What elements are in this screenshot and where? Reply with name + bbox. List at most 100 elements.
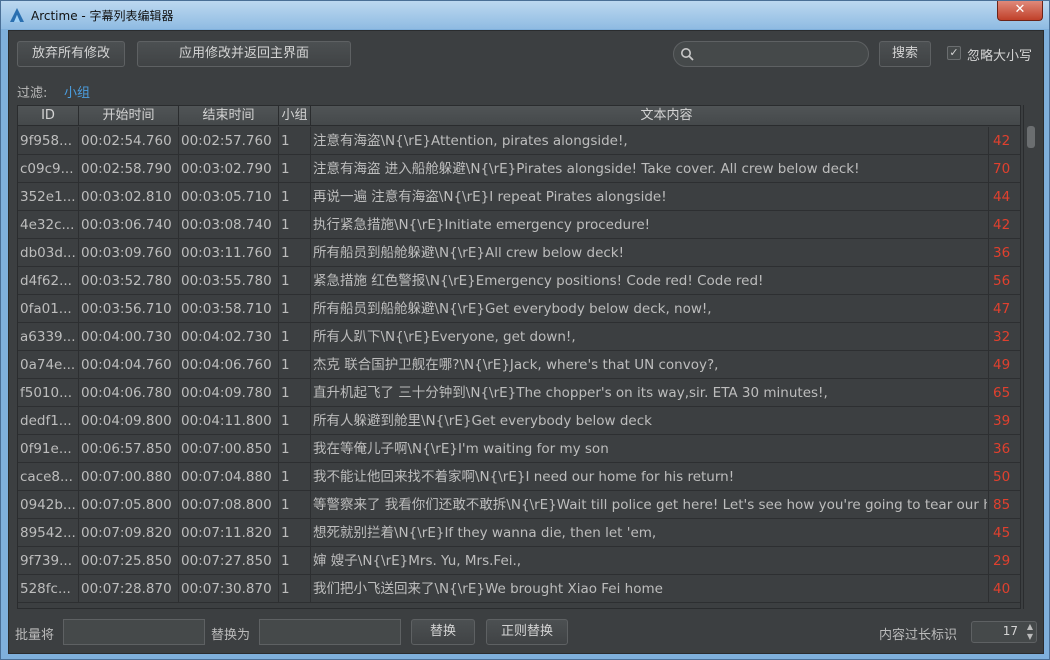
overlength-value[interactable]: 17 (976, 624, 1018, 638)
table-row[interactable]: c09c9... 00:02:58.790 00:03:02.790 1 注意有海盗 进… (18, 155, 1020, 183)
cell-group[interactable]: 1 (279, 295, 311, 323)
cell-id[interactable]: a6339... (18, 323, 79, 351)
scrollbar-thumb[interactable] (1027, 126, 1035, 148)
cell-text[interactable]: 杰克 联合国护卫舰在哪?\N{\rE}Jack, where's that UN… (311, 351, 987, 379)
cell-end-time[interactable]: 00:07:30.870 (179, 575, 279, 603)
table-row[interactable]: d4f62... 00:03:52.780 00:03:55.780 1 紧急措施 红色… (18, 267, 1020, 295)
replace-button[interactable]: 替换 (411, 619, 475, 645)
cell-id[interactable]: 9f739... (18, 547, 79, 575)
cell-id[interactable]: 0a74e... (18, 351, 79, 379)
cell-text[interactable]: 所有船员到船舱躲避\N{\rE}All crew below deck! (311, 239, 987, 267)
cell-end-time[interactable]: 00:03:55.780 (179, 267, 279, 295)
cell-group[interactable]: 1 (279, 323, 311, 351)
column-header-text[interactable]: 文本内容 (311, 106, 1020, 126)
column-header-start-time[interactable]: 开始时间 (79, 106, 179, 126)
cell-start-time[interactable]: 00:06:57.850 (79, 435, 179, 463)
cell-text[interactable]: 所有人躲避到舱里\N{\rE}Get everybody below deck (311, 407, 987, 435)
ignore-case-checkbox[interactable]: ✓ (947, 46, 961, 60)
column-header-end-time[interactable]: 结束时间 (179, 106, 279, 126)
batch-find-input[interactable] (63, 619, 205, 645)
cell-text[interactable]: 直升机起飞了 三十分钟到\N{\rE}The chopper's on its … (311, 379, 987, 407)
column-header-id[interactable]: ID (18, 106, 79, 126)
cell-group[interactable]: 1 (279, 519, 311, 547)
cell-text[interactable]: 等警察来了 我看你们还敢不敢拆\N{\rE}Wait till police g… (311, 491, 987, 519)
cell-end-time[interactable]: 00:03:02.790 (179, 155, 279, 183)
table-row[interactable]: 0a74e... 00:04:04.760 00:04:06.760 1 杰克 联合国护… (18, 351, 1020, 379)
cell-end-time[interactable]: 00:03:11.760 (179, 239, 279, 267)
cell-start-time[interactable]: 00:03:56.710 (79, 295, 179, 323)
search-input[interactable] (698, 45, 862, 63)
table-row[interactable]: 4e32c... 00:03:06.740 00:03:08.740 1 执行紧急措施\… (18, 211, 1020, 239)
table-row[interactable]: db03d... 00:03:09.760 00:03:11.760 1 所有船员到船舱… (18, 239, 1020, 267)
cell-id[interactable]: 528fc... (18, 575, 79, 603)
cell-length-marker[interactable]: 47 (988, 295, 1018, 323)
cell-start-time[interactable]: 00:03:02.810 (79, 183, 179, 211)
cell-length-marker[interactable]: 29 (988, 547, 1018, 575)
cell-length-marker[interactable]: 49 (988, 351, 1018, 379)
cell-text[interactable]: 所有船员到船舱躲避\N{\rE}Get everybody below deck… (311, 295, 987, 323)
cell-id[interactable]: 0fa01... (18, 295, 79, 323)
title-bar[interactable]: Arctime - 字幕列表编辑器 ✕ (1, 1, 1049, 29)
table-row[interactable]: 9f739... 00:07:25.850 00:07:27.850 1 婶 嫂子\N{… (18, 547, 1020, 575)
cell-text[interactable]: 婶 嫂子\N{\rE}Mrs. Yu, Mrs.Fei., (311, 547, 987, 575)
table-row[interactable]: 528fc... 00:07:28.870 00:07:30.870 1 我们把小飞送回… (18, 575, 1020, 603)
cell-end-time[interactable]: 00:07:00.850 (179, 435, 279, 463)
table-row[interactable]: a6339... 00:04:00.730 00:04:02.730 1 所有人趴下\N… (18, 323, 1020, 351)
table-row[interactable]: 0f91e... 00:06:57.850 00:07:00.850 1 我在等俺儿子啊… (18, 435, 1020, 463)
cell-group[interactable]: 1 (279, 183, 311, 211)
overlength-spinner[interactable]: 17 ▲ ▼ (971, 621, 1037, 643)
close-button[interactable]: ✕ (997, 1, 1043, 21)
cell-end-time[interactable]: 00:03:58.710 (179, 295, 279, 323)
cell-text[interactable]: 再说一遍 注意有海盗\N{\rE}I repeat Pirates alongs… (311, 183, 987, 211)
cell-end-time[interactable]: 00:07:11.820 (179, 519, 279, 547)
cell-start-time[interactable]: 00:07:09.820 (79, 519, 179, 547)
cell-start-time[interactable]: 00:07:05.800 (79, 491, 179, 519)
table-row[interactable]: 352e1... 00:03:02.810 00:03:05.710 1 再说一遍 注意… (18, 183, 1020, 211)
cell-length-marker[interactable]: 32 (988, 323, 1018, 351)
cell-id[interactable]: 0f91e... (18, 435, 79, 463)
cell-end-time[interactable]: 00:03:08.740 (179, 211, 279, 239)
cell-start-time[interactable]: 00:04:09.800 (79, 407, 179, 435)
cell-end-time[interactable]: 00:04:06.760 (179, 351, 279, 379)
cell-id[interactable]: cace8... (18, 463, 79, 491)
cell-id[interactable]: 352e1... (18, 183, 79, 211)
filter-group-link[interactable]: 小组 (64, 82, 90, 101)
cell-id[interactable]: d4f62... (18, 267, 79, 295)
search-button[interactable]: 搜索 (879, 41, 931, 67)
cell-start-time[interactable]: 00:03:52.780 (79, 267, 179, 295)
cell-end-time[interactable]: 00:07:04.880 (179, 463, 279, 491)
spin-down-icon[interactable]: ▼ (1024, 632, 1036, 642)
cell-text[interactable]: 我们把小飞送回来了\N{\rE}We brought Xiao Fei home (311, 575, 987, 603)
table-row[interactable]: 0fa01... 00:03:56.710 00:03:58.710 1 所有船员到船舱… (18, 295, 1020, 323)
search-box[interactable] (673, 41, 869, 67)
cell-end-time[interactable]: 00:07:27.850 (179, 547, 279, 575)
table-row[interactable]: 89542... 00:07:09.820 00:07:11.820 1 想死就别拦着\… (18, 519, 1020, 547)
cell-start-time[interactable]: 00:03:09.760 (79, 239, 179, 267)
cell-group[interactable]: 1 (279, 547, 311, 575)
cell-end-time[interactable]: 00:02:57.760 (179, 127, 279, 155)
cell-end-time[interactable]: 00:07:08.800 (179, 491, 279, 519)
spin-up-icon[interactable]: ▲ (1024, 622, 1036, 632)
cell-group[interactable]: 1 (279, 211, 311, 239)
cell-length-marker[interactable]: 70 (988, 155, 1018, 183)
replace-with-input[interactable] (259, 619, 401, 645)
cell-id[interactable]: 89542... (18, 519, 79, 547)
cell-group[interactable]: 1 (279, 239, 311, 267)
cell-group[interactable]: 1 (279, 351, 311, 379)
cell-id[interactable]: dedf1... (18, 407, 79, 435)
cell-length-marker[interactable]: 65 (988, 379, 1018, 407)
cell-end-time[interactable]: 00:03:05.710 (179, 183, 279, 211)
cell-id[interactable]: 0942b... (18, 491, 79, 519)
cell-length-marker[interactable]: 45 (988, 519, 1018, 547)
cell-text[interactable]: 想死就别拦着\N{\rE}If they wanna die, then let… (311, 519, 987, 547)
cell-group[interactable]: 1 (279, 127, 311, 155)
cell-text[interactable]: 注意有海盗\N{\rE}Attention, pirates alongside… (311, 127, 987, 155)
cell-group[interactable]: 1 (279, 463, 311, 491)
cell-group[interactable]: 1 (279, 435, 311, 463)
cell-group[interactable]: 1 (279, 379, 311, 407)
cell-end-time[interactable]: 00:04:09.780 (179, 379, 279, 407)
cell-length-marker[interactable]: 36 (988, 239, 1018, 267)
cell-start-time[interactable]: 00:07:28.870 (79, 575, 179, 603)
cell-text[interactable]: 我在等俺儿子啊\N{\rE}I'm waiting for my son (311, 435, 987, 463)
cell-end-time[interactable]: 00:04:11.800 (179, 407, 279, 435)
